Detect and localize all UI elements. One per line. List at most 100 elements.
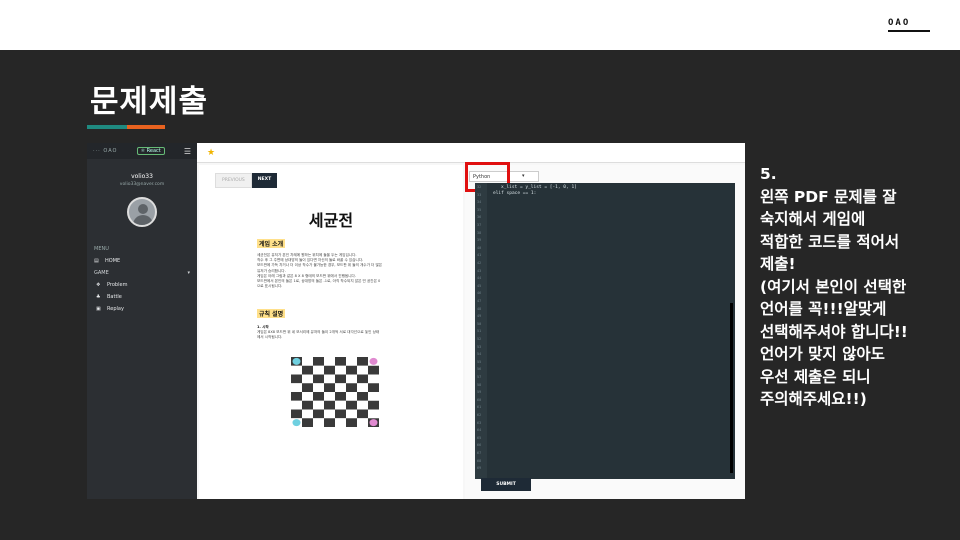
main-panel: ★ PREVIOUS NEXT 세균전 게임 소개 세균전은 유저가 본인 차례… bbox=[197, 143, 745, 499]
board-cell bbox=[291, 400, 302, 410]
line-number: 57 bbox=[477, 375, 482, 379]
board-cell bbox=[335, 418, 346, 427]
line-number: 61 bbox=[477, 405, 482, 410]
intro-line: 으로 표시됩니다. bbox=[257, 284, 283, 289]
board-cell bbox=[313, 357, 324, 366]
board-cell bbox=[313, 383, 324, 392]
sidebar-item-home[interactable]: ▤ HOME bbox=[87, 255, 197, 267]
code-editor-panel: Python ▾ x_list = y_list = [-1, 0, 1] el… bbox=[465, 162, 745, 499]
app-screenshot: ··· OAO ⚛ React ☰ volio33 volio33@naver.… bbox=[87, 143, 745, 499]
board-cell bbox=[368, 392, 379, 401]
game-board-image bbox=[291, 357, 379, 427]
line-number: 41 bbox=[477, 253, 482, 258]
line-number: 34 bbox=[477, 200, 482, 205]
sidebar: ··· OAO ⚛ React ☰ volio33 volio33@naver.… bbox=[87, 143, 197, 499]
star-icon[interactable]: ★ bbox=[207, 148, 215, 158]
top-bar: OAO bbox=[0, 0, 960, 50]
code-editor[interactable]: x_list = y_list = [-1, 0, 1] elif space … bbox=[475, 183, 735, 479]
game-section-header[interactable]: GAME ▾ bbox=[87, 267, 197, 279]
code-line: x_list = y_list = [-1, 0, 1] bbox=[501, 185, 577, 190]
code-text: elif space == 1: bbox=[493, 191, 537, 196]
board-cell bbox=[368, 374, 379, 384]
problem-document: PREVIOUS NEXT 세균전 게임 소개 세균전은 유저가 본인 차례에 … bbox=[199, 165, 463, 499]
board-cell bbox=[357, 392, 368, 401]
germ-piece bbox=[292, 419, 301, 427]
line-number: 64 bbox=[477, 428, 482, 433]
board-cell bbox=[346, 383, 357, 392]
previous-button[interactable]: PREVIOUS bbox=[215, 173, 252, 188]
board-cell bbox=[357, 409, 368, 419]
board-cell bbox=[291, 374, 302, 384]
board-cell bbox=[357, 418, 368, 427]
line-number: 63 bbox=[477, 420, 482, 425]
board-cell bbox=[324, 357, 335, 366]
code-text: x_list = y_list = [-1, 0, 1] bbox=[501, 185, 577, 190]
line-number: 52 bbox=[477, 337, 482, 341]
line-number: 50 bbox=[477, 321, 482, 326]
board-cell bbox=[335, 392, 346, 401]
board-cell bbox=[357, 365, 368, 375]
sidebar-item-problem[interactable]: ❖ Problem bbox=[87, 279, 197, 291]
line-number: 54 bbox=[477, 352, 482, 357]
board-cell bbox=[324, 409, 335, 419]
line-number: 44 bbox=[477, 276, 482, 281]
germ-piece bbox=[369, 357, 378, 365]
line-number: 62 bbox=[477, 413, 482, 417]
board-cell bbox=[291, 365, 302, 375]
board-cell bbox=[368, 409, 379, 419]
board-cell bbox=[346, 374, 357, 384]
board-cell bbox=[313, 374, 324, 384]
sidebar-item-battle[interactable]: ♣ Battle bbox=[87, 291, 197, 303]
board-cell bbox=[313, 400, 324, 410]
chevron-down-icon: ▾ bbox=[522, 173, 525, 179]
home-icon: ▤ bbox=[94, 258, 99, 264]
line-number: 55 bbox=[477, 359, 482, 364]
sidebar-item-label: Replay bbox=[107, 306, 124, 312]
board-cell bbox=[357, 400, 368, 410]
avatar[interactable] bbox=[127, 197, 157, 227]
pager: PREVIOUS NEXT bbox=[215, 173, 278, 188]
board-cell bbox=[335, 365, 346, 375]
board-cell bbox=[302, 400, 313, 410]
board-cell bbox=[357, 383, 368, 392]
line-number: 32 bbox=[477, 185, 482, 189]
battle-icon: ♣ bbox=[96, 294, 101, 300]
board-cell bbox=[368, 383, 379, 392]
line-number: 47 bbox=[477, 299, 482, 303]
editor-scrollbar[interactable] bbox=[730, 303, 733, 473]
board-cell bbox=[357, 374, 368, 384]
board-cell bbox=[324, 400, 335, 410]
line-number: 48 bbox=[477, 306, 482, 311]
line-number: 46 bbox=[477, 291, 482, 296]
section-heading-intro: 게임 소개 bbox=[257, 239, 286, 248]
menu-section-label: MENU bbox=[94, 246, 109, 252]
line-number: 53 bbox=[477, 344, 482, 349]
board-cell bbox=[335, 400, 346, 410]
replay-icon: ▣ bbox=[96, 306, 101, 312]
line-number: 68 bbox=[477, 458, 482, 463]
line-number: 36 bbox=[477, 215, 482, 220]
sidebar-item-replay[interactable]: ▣ Replay bbox=[87, 303, 197, 315]
slide-title: 문제제출 bbox=[90, 84, 209, 120]
board-cell bbox=[368, 365, 379, 375]
submit-button[interactable]: SUBMIT bbox=[481, 478, 531, 491]
board-cell bbox=[357, 357, 368, 366]
line-number: 66 bbox=[477, 443, 482, 448]
board-cell bbox=[291, 383, 302, 392]
main-toolbar: ★ bbox=[197, 143, 745, 163]
board-cell bbox=[346, 392, 357, 401]
line-number: 65 bbox=[477, 435, 482, 440]
app-logo[interactable]: ··· OAO bbox=[93, 148, 117, 154]
line-number: 60 bbox=[477, 397, 482, 402]
next-button[interactable]: NEXT bbox=[251, 173, 278, 188]
board-cell bbox=[324, 374, 335, 384]
problem-title: 세균전 bbox=[308, 211, 354, 230]
board-cell bbox=[324, 365, 335, 375]
hamburger-menu-icon[interactable]: ☰ bbox=[184, 147, 191, 156]
brand-mark: OAO bbox=[888, 18, 911, 28]
board-cell bbox=[324, 418, 335, 427]
germ-piece bbox=[369, 419, 378, 427]
board-cell bbox=[346, 357, 357, 366]
board-cell bbox=[324, 392, 335, 401]
line-number: 69 bbox=[477, 466, 482, 471]
